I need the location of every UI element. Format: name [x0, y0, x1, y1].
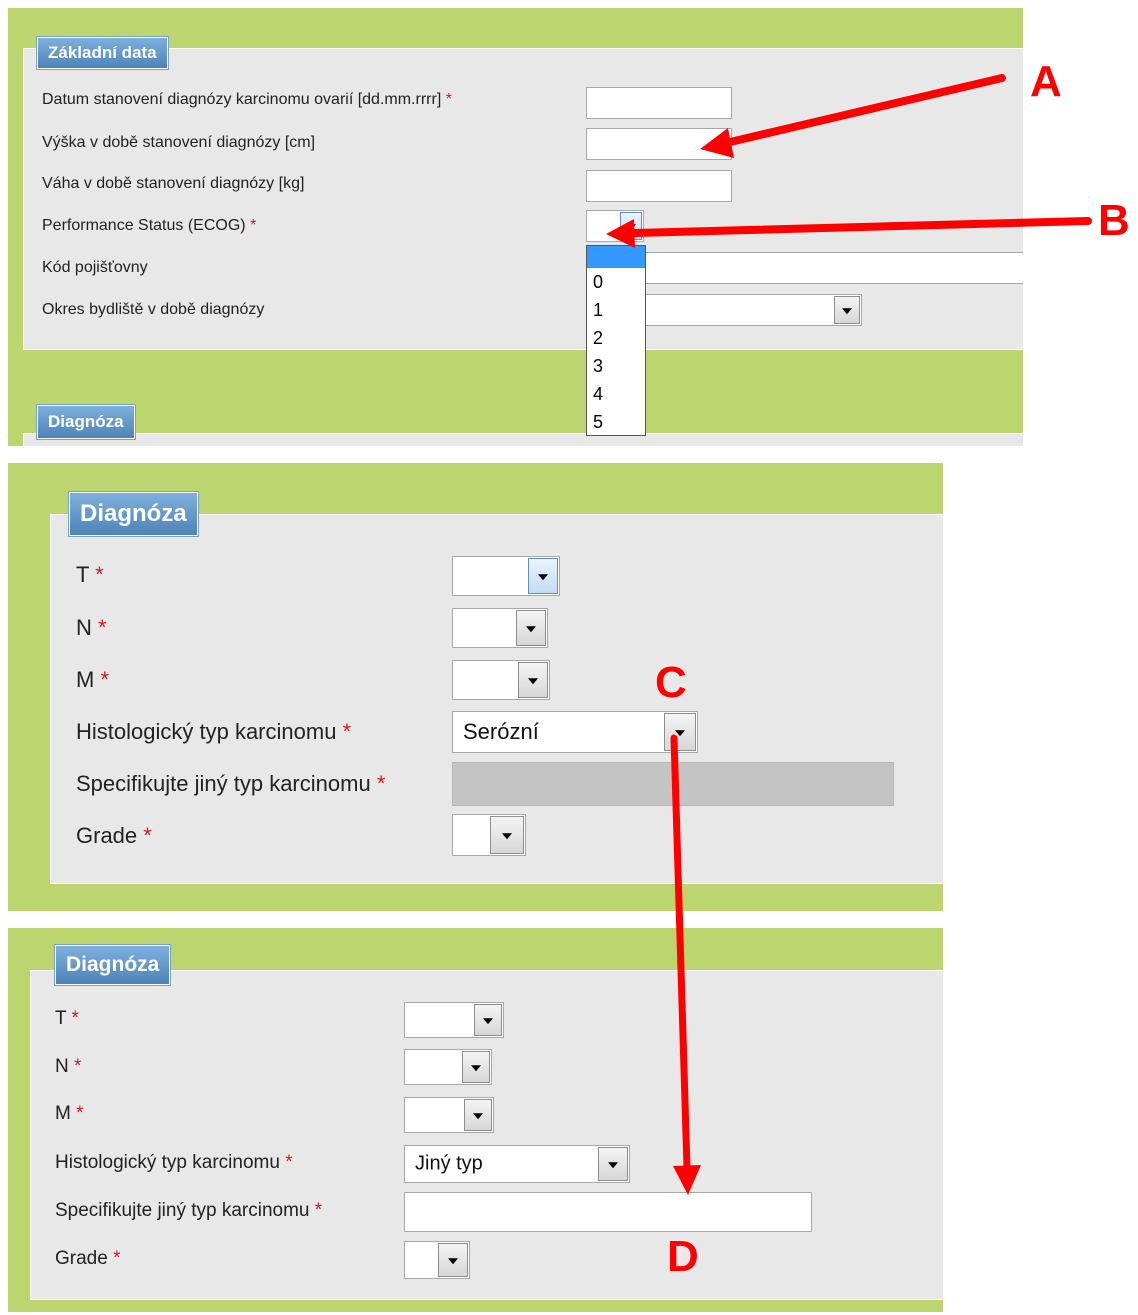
weight-input[interactable] [586, 170, 732, 202]
t-select[interactable] [452, 556, 560, 596]
t-label: T * [55, 1008, 79, 1029]
required-mark: * [76, 1103, 84, 1124]
callout-d: D [667, 1232, 699, 1281]
diagnosis-legend: Diagnóza [55, 945, 171, 985]
m-label: M * [55, 1103, 84, 1124]
histology-value: Jiný typ [415, 1152, 483, 1175]
m-select[interactable] [404, 1097, 494, 1133]
insurance-label: Kód pojišťovny [42, 259, 148, 276]
chevron-down-icon[interactable] [528, 558, 558, 594]
required-mark: * [314, 1200, 323, 1221]
specify-type-label: Specifikujte jiný typ karcinomu * [76, 771, 386, 796]
required-mark: * [71, 1008, 79, 1029]
chevron-down-icon[interactable] [834, 296, 860, 324]
weight-label: Váha v době stanovení diagnózy [kg] [42, 175, 305, 192]
dropdown-item[interactable]: 5 [587, 408, 645, 436]
grade-select[interactable] [404, 1241, 470, 1279]
chevron-down-icon[interactable] [438, 1243, 468, 1277]
m-select[interactable] [452, 660, 550, 700]
required-mark: * [98, 615, 107, 640]
specify-type-input[interactable] [404, 1192, 812, 1232]
district-label: Okres bydliště v době diagnózy [42, 301, 265, 318]
histology-select[interactable]: Jiný typ [404, 1145, 630, 1183]
date-label: Datum stanovení diagnózy karcinomu ovari… [42, 91, 452, 108]
chevron-down-icon[interactable] [464, 1099, 492, 1131]
chevron-down-icon[interactable] [598, 1147, 628, 1181]
chevron-down-icon[interactable] [462, 1051, 490, 1083]
ecog-dropdown-list[interactable]: 0 1 2 3 4 5 [586, 245, 646, 436]
t-select[interactable] [404, 1002, 504, 1038]
n-label: N * [55, 1056, 82, 1077]
insurance-input[interactable] [586, 252, 1023, 284]
required-mark: * [250, 217, 257, 234]
basic-data-legend: Základní data [37, 37, 168, 69]
ecog-label: Performance Status (ECOG) * [42, 217, 257, 234]
chevron-down-icon[interactable] [620, 212, 642, 240]
required-mark: * [143, 823, 152, 848]
chevron-down-icon[interactable] [474, 1004, 502, 1036]
dropdown-item[interactable]: 2 [587, 324, 645, 352]
next-diagnosis-legend: Diagnóza [37, 405, 135, 439]
diagnosis-fieldset-partial [23, 433, 1023, 446]
required-mark: * [100, 667, 110, 692]
required-mark: * [342, 719, 352, 744]
date-input[interactable] [586, 87, 732, 119]
dropdown-item[interactable]: 1 [587, 296, 645, 324]
chevron-down-icon[interactable] [516, 610, 546, 646]
histology-value: Serózní [463, 719, 539, 744]
basic-data-panel: Základní data Datum stanovení diagnózy k… [8, 8, 1023, 446]
required-mark: * [95, 562, 104, 587]
grade-select[interactable] [452, 814, 526, 856]
callout-a: A [1030, 57, 1062, 106]
chevron-down-icon[interactable] [518, 662, 548, 698]
specify-type-input-disabled [452, 762, 894, 806]
t-label: T * [76, 562, 104, 587]
required-mark: * [74, 1056, 82, 1077]
required-mark: * [113, 1248, 121, 1269]
callout-c: C [655, 658, 687, 707]
height-label: Výška v době stanovení diagnózy [cm] [42, 134, 316, 151]
height-input[interactable] [586, 128, 732, 160]
chevron-down-icon[interactable] [664, 713, 696, 751]
diagnosis-legend: Diagnóza [69, 492, 198, 536]
diagnosis-panel-other: Diagnóza T * N * M * Histologický typ ka… [8, 928, 943, 1312]
grade-label: Grade * [76, 823, 152, 848]
required-mark: * [285, 1152, 293, 1173]
grade-label: Grade * [55, 1248, 121, 1269]
specify-type-label: Specifikujte jiný typ karcinomu * [55, 1200, 323, 1221]
dropdown-item[interactable]: 0 [587, 268, 645, 296]
histology-label: Histologický typ karcinomu * [55, 1152, 293, 1173]
n-select[interactable] [452, 608, 548, 648]
histology-select[interactable]: Serózní [452, 711, 698, 753]
ecog-select[interactable] [586, 210, 644, 242]
m-label: M * [76, 667, 110, 692]
callout-b: B [1098, 196, 1130, 245]
dropdown-item-empty[interactable] [587, 246, 645, 268]
diagnosis-panel-serous: Diagnóza T * N * M * Histologický typ ka… [8, 463, 943, 911]
n-label: N * [76, 615, 107, 640]
dropdown-item[interactable]: 3 [587, 352, 645, 380]
required-mark: * [376, 771, 386, 796]
dropdown-item[interactable]: 4 [587, 380, 645, 408]
n-select[interactable] [404, 1049, 492, 1085]
required-mark: * [445, 91, 452, 108]
chevron-down-icon[interactable] [490, 816, 524, 854]
histology-label: Histologický typ karcinomu * [76, 719, 352, 744]
